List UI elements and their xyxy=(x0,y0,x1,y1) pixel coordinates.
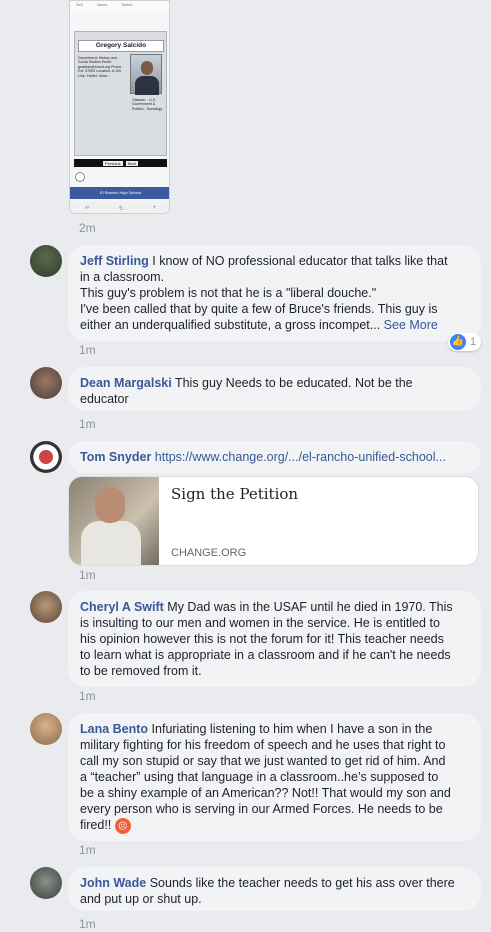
comment-time[interactable]: 1m xyxy=(79,417,96,431)
comment-text: This guy Needs to be educated. Not be th… xyxy=(174,376,413,390)
comment-time[interactable]: 1m xyxy=(79,917,96,931)
like-icon: 👍 xyxy=(450,334,466,350)
comment-text: call my son stupid or say that we just w… xyxy=(80,754,446,768)
comment-text: Sounds like the teacher needs to get his… xyxy=(149,876,455,890)
comment-time[interactable]: 1m xyxy=(79,689,96,703)
next-button: Next xyxy=(125,160,138,166)
comment-text: every person who is serving in our Armed… xyxy=(80,802,443,816)
phone-topbar-item: Janos xyxy=(96,2,108,7)
phone-nav-bar: ↶ ↻ + xyxy=(70,201,169,213)
comment-author[interactable]: Tom Snyder xyxy=(80,450,151,464)
comment-author[interactable]: Cheryl A Swift xyxy=(80,600,164,614)
comment-text: military fighting for his freedom of spe… xyxy=(80,738,446,752)
comment-text: to learn what is appropriate in a classr… xyxy=(80,648,451,662)
comment-text: This guy's problem is not that he is a "… xyxy=(80,286,377,300)
teacher-classes: Classes: - U.S. Government & Politics - … xyxy=(132,98,163,111)
comment-text: and put up or shut up. xyxy=(80,892,202,906)
see-more-link[interactable]: See More xyxy=(384,318,438,332)
comment-text: a “teacher” using that language in a cla… xyxy=(80,770,439,784)
comment-text: I've been called that by quite a few of … xyxy=(80,302,438,316)
back-icon: ↶ xyxy=(84,205,90,212)
comment-text: in a classroom. xyxy=(80,270,165,284)
avatar[interactable] xyxy=(30,367,62,399)
refresh-icon: ↻ xyxy=(118,205,124,212)
teacher-name: Gregory Salcido xyxy=(78,40,164,52)
comment-author[interactable]: John Wade xyxy=(80,876,146,890)
comment-author[interactable]: Dean Margalski xyxy=(80,376,172,390)
pager: Previous Next xyxy=(74,159,167,167)
comment-bubble: Lana Bento Infuriating listening to him … xyxy=(68,713,481,841)
comment-text: to be removed from it. xyxy=(80,664,202,678)
comment-time[interactable]: 1m xyxy=(79,843,96,857)
avatar[interactable] xyxy=(30,867,62,899)
phone-topbar-item: Sell xyxy=(76,2,83,7)
comment-time[interactable]: 1m xyxy=(79,343,96,357)
comment-text: fired!! xyxy=(80,818,112,832)
phone-status-bar: Sell Janos Select xyxy=(70,1,169,11)
comment-bubble: Dean Margalski This guy Needs to be educ… xyxy=(68,367,481,411)
comment-bubble: Jeff Stirling I know of NO professional … xyxy=(68,245,481,341)
like-count: 1 xyxy=(470,336,477,348)
petition-link[interactable]: https://www.change.org/.../el-rancho-uni… xyxy=(155,450,446,464)
preview-source: CHANGE.ORG xyxy=(171,547,247,559)
preview-image xyxy=(69,477,159,565)
teacher-profile-card: Gregory Salcido Department: History and … xyxy=(74,31,167,156)
comment-bubble: Cheryl A Swift My Dad was in the USAF un… xyxy=(68,591,481,687)
comment-text: be a shiny example of an American?? Not!… xyxy=(80,786,451,800)
comment-time[interactable]: 1m xyxy=(79,568,96,582)
comment-author[interactable]: Jeff Stirling xyxy=(80,254,149,268)
comment-text: Infuriating listening to him when I have… xyxy=(151,722,433,736)
avatar[interactable] xyxy=(30,713,62,745)
comment-text: his opinion however this is not the foru… xyxy=(80,632,444,646)
avatar[interactable] xyxy=(30,245,62,277)
school-banner: El Rancho High School xyxy=(70,187,169,199)
avatar[interactable] xyxy=(30,441,62,473)
previous-button: Previous xyxy=(103,160,123,166)
add-icon: + xyxy=(152,205,157,211)
teacher-details: Department: History and Social Studies E… xyxy=(78,56,122,78)
comment-author[interactable]: Lana Bento xyxy=(80,722,148,736)
comment-text: educator xyxy=(80,392,129,406)
angry-emoji-icon: ☹ xyxy=(114,817,131,834)
comment-feed: Sell Janos Select Gregory Salcido Depart… xyxy=(0,0,491,932)
preview-title: Sign the Petition xyxy=(171,485,299,503)
teacher-photo xyxy=(130,54,162,95)
avatar[interactable] xyxy=(30,591,62,623)
phone-topbar-item: Select xyxy=(121,2,133,7)
attached-screenshot[interactable]: Sell Janos Select Gregory Salcido Depart… xyxy=(69,0,170,214)
link-preview-card[interactable]: Sign the Petition CHANGE.ORG xyxy=(68,476,479,566)
comment-bubble: John Wade Sounds like the teacher needs … xyxy=(68,867,481,911)
circle-icon xyxy=(75,172,85,182)
comment-text: is insulting to our men and women in the… xyxy=(80,616,440,630)
comment-bubble: Tom Snyder https://www.change.org/.../el… xyxy=(68,441,481,473)
comment-text: I know of NO professional educator that … xyxy=(152,254,448,268)
comment-text: My Dad was in the USAF until he died in … xyxy=(167,600,453,614)
comment-time[interactable]: 2m xyxy=(79,221,96,235)
comment-text: either an underqualified substitute, a g… xyxy=(80,318,381,332)
reaction-count[interactable]: 👍 1 xyxy=(448,333,482,351)
